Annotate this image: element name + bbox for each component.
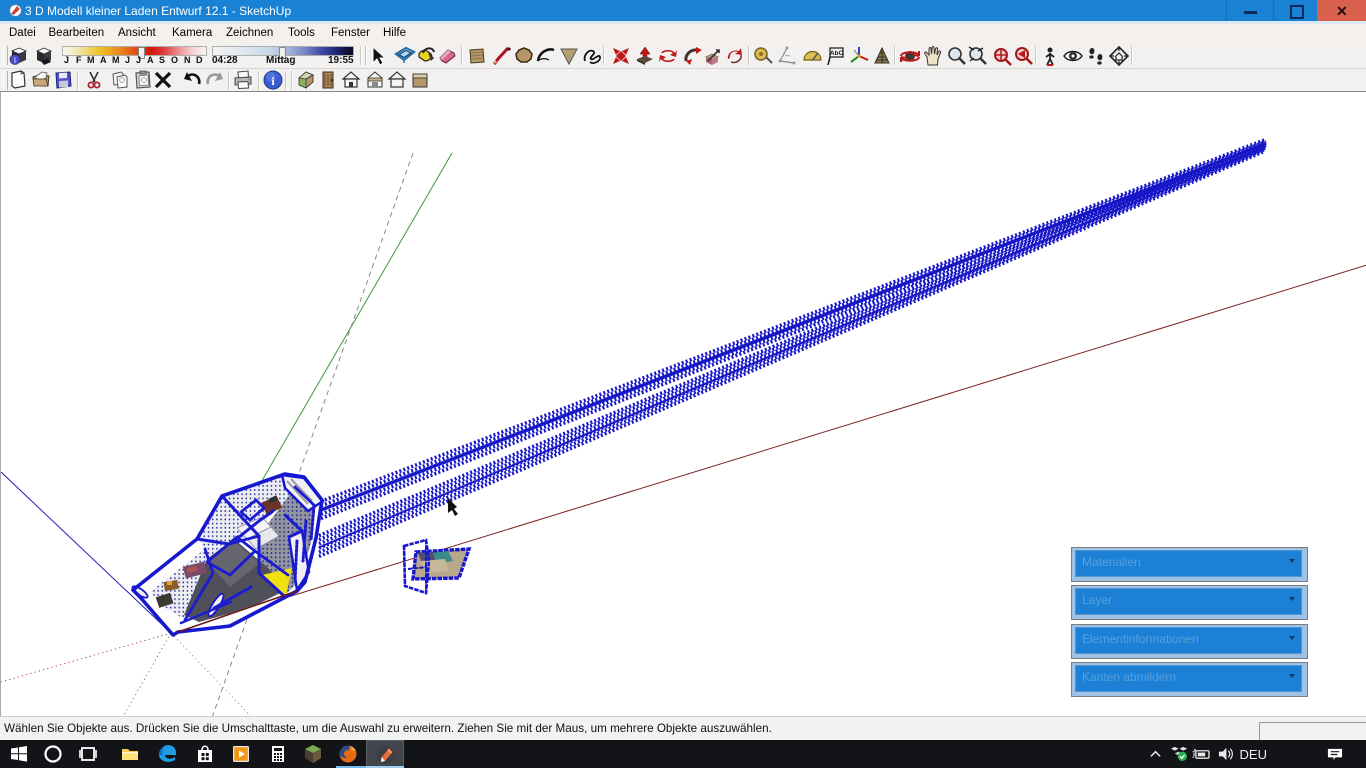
svg-text:AbC: AbC xyxy=(830,50,844,57)
